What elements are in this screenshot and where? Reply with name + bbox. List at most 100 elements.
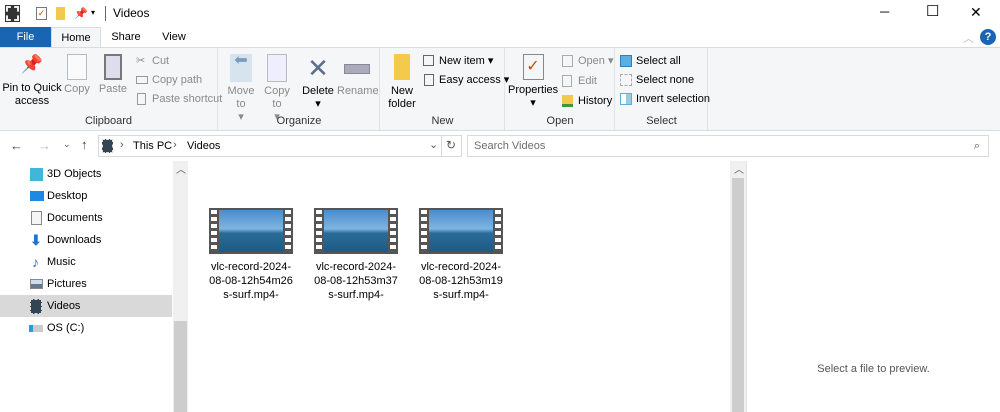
3d-objects-icon xyxy=(30,168,43,181)
nav-item-music[interactable]: ♪ Music xyxy=(0,251,172,273)
history-icon xyxy=(562,95,573,107)
back-button[interactable]: ← xyxy=(10,138,23,153)
copy-to-button[interactable]: Copy to ▾ xyxy=(259,54,295,124)
close-button[interactable]: ✕ xyxy=(970,4,982,21)
search-placeholder: Search Videos xyxy=(474,140,546,152)
search-input[interactable]: Search Videos ⌕ xyxy=(467,135,989,157)
nav-item-documents[interactable]: Documents xyxy=(0,207,172,229)
scissors-icon: ✂ xyxy=(136,55,146,67)
maximize-button[interactable]: ☐ xyxy=(926,2,939,20)
tab-file[interactable]: File xyxy=(0,27,51,48)
file-item[interactable]: vlc-record-2024-08-08-12h53m37s-surf.mp4… xyxy=(308,208,404,302)
breadcrumb-videos[interactable]: Videos xyxy=(187,140,220,152)
paste-icon xyxy=(104,54,122,80)
navigation-pane: 3D Objects Desktop Documents ⬇ Downloads … xyxy=(0,161,188,412)
new-folder-quick-icon[interactable] xyxy=(56,7,65,20)
properties-button[interactable]: ✓ Properties ▾ xyxy=(508,54,558,110)
search-icon[interactable]: ⌕ xyxy=(974,136,980,156)
new-label: New xyxy=(431,115,454,127)
refresh-icon[interactable]: ↻ xyxy=(446,138,456,152)
help-icon[interactable]: ? xyxy=(980,29,996,45)
new-item-icon xyxy=(423,55,434,66)
scrollbar-thumb[interactable] xyxy=(732,178,744,412)
new-folder-icon xyxy=(394,54,410,80)
open-button[interactable]: Open ▾ xyxy=(560,52,614,70)
downloads-icon: ⬇ xyxy=(30,232,42,248)
file-item[interactable]: vlc-record-2024-08-08-12h54m26s-surf.mp4… xyxy=(203,208,299,302)
nav-item-3d-objects[interactable]: 3D Objects xyxy=(0,163,172,185)
properties-quick-icon[interactable]: ✓ xyxy=(36,7,47,20)
file-name: vlc-record-2024-08-08-12h53m19s-surf.mp4… xyxy=(419,261,503,301)
file-item[interactable]: vlc-record-2024-08-08-12h53m19s-surf.mp4… xyxy=(413,208,509,302)
videos-location-icon xyxy=(102,139,113,153)
separator xyxy=(441,136,442,156)
pin-quick-icon[interactable]: 📌 xyxy=(74,7,88,20)
forward-button[interactable]: → xyxy=(38,138,51,153)
file-name: vlc-record-2024-08-08-12h53m37s-surf.mp4… xyxy=(314,261,398,301)
content-scrollbar[interactable]: ︿ xyxy=(730,161,746,412)
address-dropdown-icon[interactable]: ⌄ xyxy=(429,138,438,151)
title-bar: ✓ 📌 ▾ Videos ─ ☐ ✕ xyxy=(0,0,1000,27)
window-title: Videos xyxy=(113,6,150,20)
nav-item-videos[interactable]: Videos xyxy=(0,295,172,317)
desktop-icon xyxy=(30,191,44,201)
delete-button[interactable]: ✕ Delete ▾ xyxy=(299,54,337,111)
history-button[interactable]: History xyxy=(560,92,612,110)
breadcrumb-this-pc[interactable]: This PC xyxy=(133,140,172,152)
rename-button[interactable]: Rename xyxy=(337,54,379,98)
nav-item-os-c[interactable]: OS (C:) xyxy=(0,317,172,339)
paste-shortcut-button[interactable]: Paste shortcut xyxy=(134,90,222,108)
open-icon xyxy=(562,55,573,67)
scrollbar-thumb[interactable] xyxy=(174,321,187,412)
music-icon: ♪ xyxy=(32,254,39,270)
select-all-icon xyxy=(620,55,632,67)
address-bar[interactable]: › This PC › Videos ⌄ ↻ xyxy=(98,135,462,157)
open-group: ✓ Properties ▾ Open ▾ Edit History Open xyxy=(506,48,615,130)
nav-item-downloads[interactable]: ⬇ Downloads xyxy=(0,229,172,251)
nav-scrollbar[interactable]: ︿ xyxy=(173,161,188,412)
drive-icon xyxy=(29,325,43,332)
video-thumbnail xyxy=(314,208,398,254)
move-to-icon: ⬅ xyxy=(230,53,252,82)
tab-home[interactable]: Home xyxy=(51,27,101,49)
pictures-icon xyxy=(30,279,43,289)
new-group: New folder New item ▾ Easy access ▾ New xyxy=(381,48,509,130)
select-all-button[interactable]: Select all xyxy=(618,52,681,70)
invert-selection-icon xyxy=(620,93,632,105)
paste-button[interactable]: Paste xyxy=(98,54,128,96)
paste-shortcut-icon xyxy=(137,93,146,105)
documents-icon xyxy=(31,211,42,225)
copy-to-icon xyxy=(267,54,287,82)
collapse-ribbon-icon[interactable]: ︿ xyxy=(963,30,974,46)
up-button[interactable]: ↑ xyxy=(81,137,88,152)
copy-button[interactable]: Copy xyxy=(62,54,92,96)
tab-view[interactable]: View xyxy=(152,27,196,48)
delete-x-icon: ✕ xyxy=(307,53,329,83)
preview-pane: Select a file to preview. xyxy=(746,161,1000,412)
edit-button[interactable]: Edit xyxy=(560,72,597,90)
scroll-up-arrow[interactable]: ︿ xyxy=(176,161,186,176)
tab-share[interactable]: Share xyxy=(104,27,148,48)
copy-path-button[interactable]: Copy path xyxy=(134,71,202,89)
new-item-button[interactable]: New item ▾ xyxy=(421,52,493,70)
easy-access-icon xyxy=(424,74,434,86)
nav-item-pictures[interactable]: Pictures xyxy=(0,273,172,295)
properties-icon: ✓ xyxy=(522,54,544,80)
invert-selection-button[interactable]: Invert selection xyxy=(618,90,710,108)
easy-access-button[interactable]: Easy access ▾ xyxy=(421,71,509,89)
cut-button[interactable]: ✂ Cut xyxy=(134,52,169,70)
pin-quick-access-button[interactable]: 📌 Pin to Quick access xyxy=(2,54,62,108)
nav-item-desktop[interactable]: Desktop xyxy=(0,185,172,207)
pin-icon: 📌 xyxy=(20,54,44,74)
move-to-button[interactable]: ⬅ Move to ▾ xyxy=(223,53,259,124)
edit-icon xyxy=(562,75,572,87)
customize-toolbar-icon[interactable]: ▾ xyxy=(91,8,95,17)
select-none-button[interactable]: Select none xyxy=(618,71,694,89)
file-name: vlc-record-2024-08-08-12h54m26s-surf.mp4… xyxy=(209,261,293,301)
new-folder-button[interactable]: New folder xyxy=(385,54,419,111)
ribbon: 📌 Pin to Quick access Copy Paste ✂ Cut Co… xyxy=(0,47,1000,131)
minimize-button[interactable]: ─ xyxy=(880,4,889,19)
scroll-up-arrow[interactable]: ︿ xyxy=(734,161,744,176)
copy-path-icon xyxy=(136,76,148,84)
recent-locations-button[interactable]: ⌄ xyxy=(63,139,71,150)
